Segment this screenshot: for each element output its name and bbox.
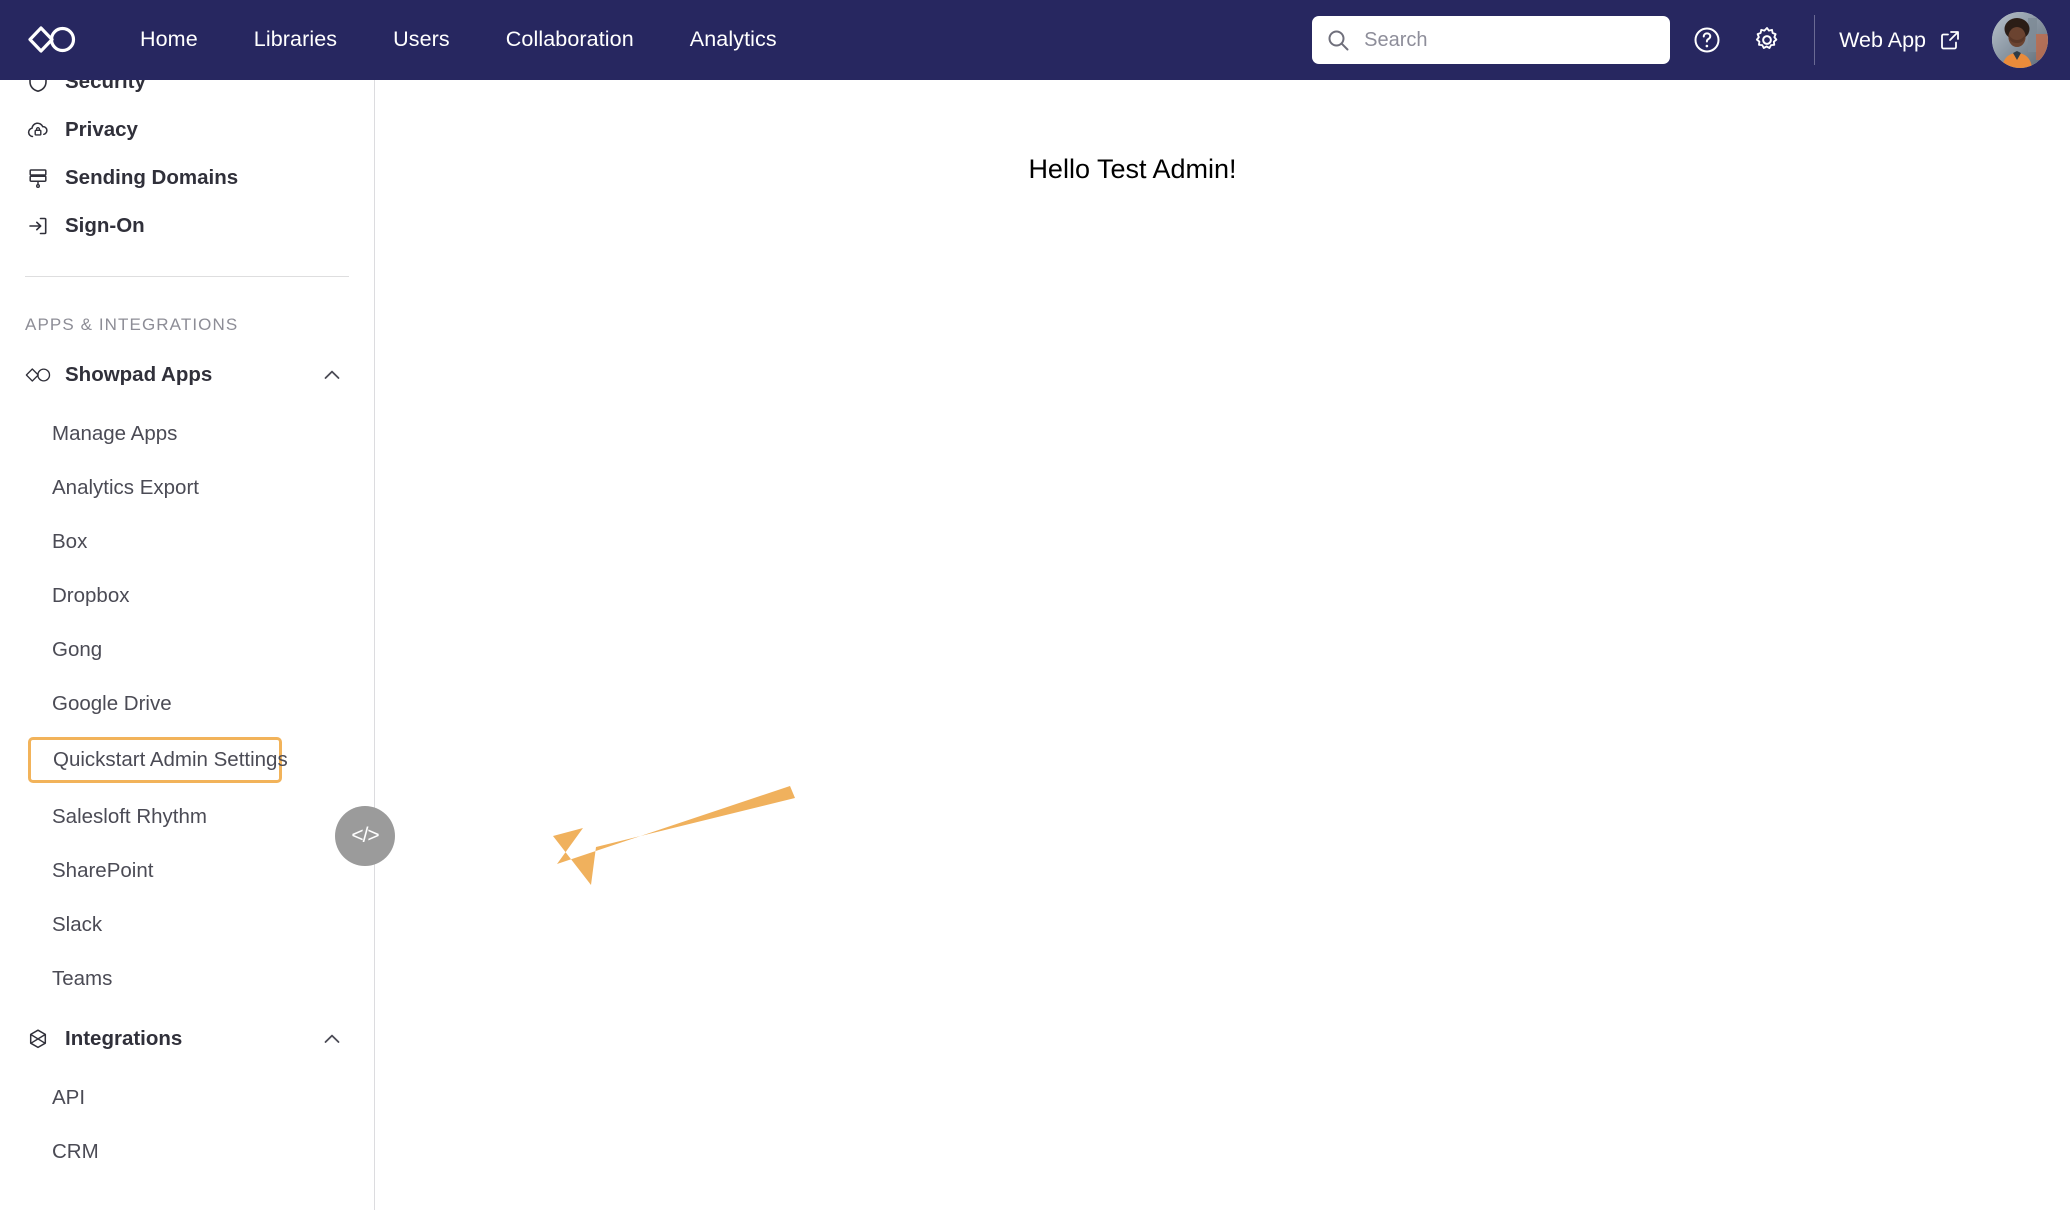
sidebar-subitem-label: CRM [52,1139,99,1163]
greeting-text: Hello Test Admin! [1028,154,1237,184]
sidebar-subitem-salesloft-rhythm[interactable]: Salesloft Rhythm [0,796,374,837]
sidebar-item-label: Sending Domains [65,166,239,189]
sidebar-scroll-content: Security Privacy Sending Domains Sign-On… [0,80,374,1172]
primary-nav-links: Home Libraries Users Collaboration Analy… [112,0,805,80]
sidebar-subitem-gong[interactable]: Gong [0,629,374,670]
search-placeholder: Search [1364,28,1428,51]
showpad-logo-icon [25,362,51,388]
sidebar-group-showpad-apps[interactable]: Showpad Apps [0,350,374,400]
sign-in-arrow-icon [25,213,51,239]
shield-icon [25,80,51,95]
cloud-lock-icon [25,117,51,143]
web-app-label: Web App [1839,27,1926,52]
code-icon[interactable]: </> [335,806,395,866]
sidebar-section-title: APPS & INTEGRATIONS [25,315,239,334]
sidebar-subitem-analytics-export[interactable]: Analytics Export [0,467,374,508]
sidebar-subitem-crm[interactable]: CRM [0,1131,374,1172]
sidebar-subitem-label: Teams [52,966,113,990]
sidebar-subitem-label: Dropbox [52,583,130,607]
avatar[interactable] [1992,12,2048,68]
sidebar-subitem-label: Slack [52,912,103,936]
sidebar-item-security[interactable]: Security [0,80,374,106]
page-title: Hello Test Admin! [375,154,2070,185]
sidebar-subitem-label: Box [52,529,88,553]
sidebar-subitem-label: Salesloft Rhythm [52,804,207,828]
sidebar-subitem-google-drive[interactable]: Google Drive [0,683,374,724]
sidebar-subitem-label: Quickstart Admin Settings [53,748,288,771]
sidebar-group-label: Showpad Apps [65,363,213,386]
showpad-logo-icon[interactable] [26,23,78,57]
hexagon-x-icon [25,1026,51,1052]
sidebar-subitem-label: SharePoint [52,858,154,882]
sidebar-item-sign-on[interactable]: Sign-On [0,202,374,250]
gear-icon[interactable] [1744,17,1790,63]
chevron-up-icon[interactable] [320,363,344,387]
sidebar-subitem-label: API [52,1085,86,1109]
sidebar-subitem-sharepoint[interactable]: SharePoint [0,850,374,891]
nav-link-analytics[interactable]: Analytics [662,29,805,51]
sidebar-subitem-label: Analytics Export [52,475,199,499]
sidebar-item-label: Security [65,80,146,93]
nav-link-users[interactable]: Users [365,29,478,51]
sidebar-group-label: Integrations [65,1027,183,1050]
sidebar-subitem-api[interactable]: API [0,1077,374,1118]
sidebar-subitem-quickstart-admin-settings[interactable]: Quickstart Admin Settings [28,737,288,783]
sidebar-subitem-label: Gong [52,637,103,661]
sidebar-subitem-box[interactable]: Box [0,521,374,562]
top-navigation-bar: Home Libraries Users Collaboration Analy… [0,0,2070,80]
server-icon [25,165,51,191]
sidebar-subitem-label: Manage Apps [52,421,178,445]
main-content: Hello Test Admin! </> [335,80,2070,1210]
sidebar-subitem-slack[interactable]: Slack [0,904,374,945]
sidebar-subitem-teams[interactable]: Teams [0,958,374,999]
sidebar-item-sending-domains[interactable]: Sending Domains [0,154,374,202]
web-app-link[interactable]: Web App [1839,28,1962,53]
sidebar-item-label: Sign-On [65,214,145,237]
search-icon [1326,28,1350,52]
help-circle-icon[interactable] [1684,17,1730,63]
fab-label: </> [351,824,379,847]
search-input[interactable]: Search [1312,16,1671,64]
sidebar-subitem-dropbox[interactable]: Dropbox [0,575,374,616]
sidebar-item-privacy[interactable]: Privacy [0,106,374,154]
pointer-arrow-icon [465,780,795,910]
nav-divider [1814,15,1816,65]
sidebar-subitem-manage-apps[interactable]: Manage Apps [0,413,374,454]
nav-link-collaboration[interactable]: Collaboration [478,29,662,51]
sidebar-subitem-label: Google Drive [52,691,172,715]
sidebar-item-label: Privacy [65,118,138,141]
nav-link-home[interactable]: Home [112,29,226,51]
sidebar-group-integrations[interactable]: Integrations [0,1014,374,1064]
chevron-up-icon[interactable] [320,1027,344,1051]
nav-link-libraries[interactable]: Libraries [226,29,365,51]
nav-right-cluster: Search Web App [1312,0,2070,80]
sidebar: Security Privacy Sending Domains Sign-On… [0,80,375,1210]
external-link-icon [1938,28,1962,52]
